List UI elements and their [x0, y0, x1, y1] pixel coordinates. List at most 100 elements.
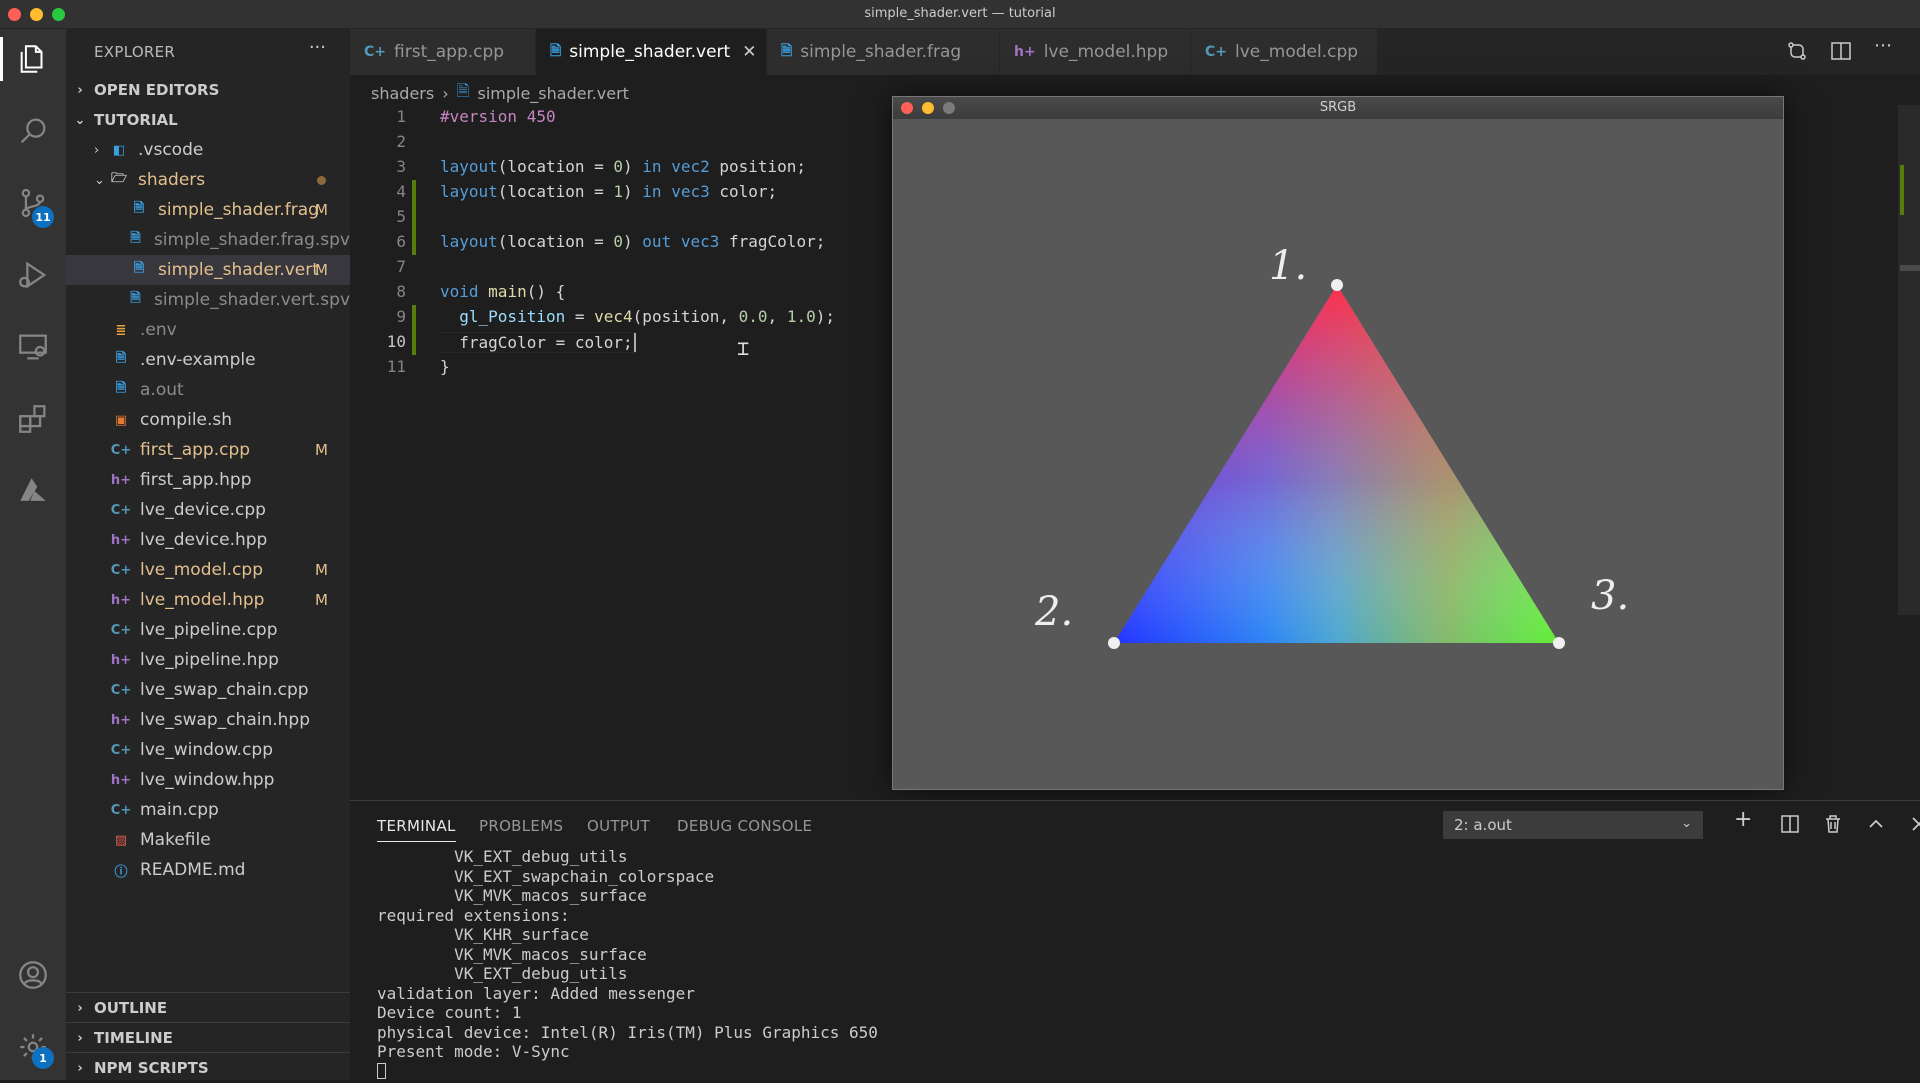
git-status-badge: M [315, 201, 328, 219]
tree-label: first_app.cpp [140, 440, 251, 460]
srgb-minimize-button[interactable] [922, 102, 934, 114]
tree-label: lve_pipeline.hpp [140, 650, 279, 670]
explorer-more-actions-button[interactable]: ··· [309, 37, 326, 58]
tree-folder-shaders[interactable]: ⌄ 🗁 shaders [66, 165, 350, 195]
split-terminal-icon[interactable] [1778, 812, 1802, 836]
tree-file-lve-window-cpp[interactable]: C+ lve_window.cpp [66, 735, 350, 765]
open-changes-icon[interactable] [1785, 39, 1809, 63]
scrollbar-thumb[interactable] [1900, 265, 1920, 271]
outline-section[interactable]: › OUTLINE [66, 992, 350, 1023]
new-terminal-icon[interactable]: + [1734, 807, 1758, 832]
code-line: layout(location = 1) in vec3 color; [440, 182, 778, 201]
tutorial-section[interactable]: ⌄ TUTORIAL [66, 107, 350, 133]
tree-file-lve-swap-chain-cpp[interactable]: C+ lve_swap_chain.cpp [66, 675, 350, 705]
tree-file-lve-device-hpp[interactable]: h+ lve_device.hpp [66, 525, 350, 555]
tab-first-app-cpp[interactable]: C+ first_app.cpp [350, 29, 536, 75]
tree-label: Makefile [140, 830, 211, 850]
line-number: 11 [386, 357, 406, 376]
tab-debug-console[interactable]: DEBUG CONSOLE [677, 817, 812, 835]
close-panel-icon[interactable] [1907, 812, 1920, 836]
tree-file-first-app-hpp[interactable]: h+ first_app.hpp [66, 465, 350, 495]
tree-label: README.md [140, 860, 246, 880]
srgb-close-button[interactable] [901, 102, 913, 114]
tree-file-readme-md[interactable]: ⓘ README.md [66, 855, 350, 885]
tree-file-compile-sh[interactable]: ▣ compile.sh [66, 405, 350, 435]
tree-label: simple_shader.vert [158, 260, 319, 280]
tree-label: main.cpp [140, 800, 219, 820]
run-debug-icon[interactable] [0, 245, 66, 305]
tab-lve-model-cpp[interactable]: C+ lve_model.cpp [1191, 29, 1378, 75]
explorer-header: EXPLORER [94, 43, 176, 61]
azure-icon[interactable] [0, 461, 66, 521]
tree-file-env[interactable]: ≣ .env [66, 315, 350, 345]
tree-file-lve-model-cpp[interactable]: C+ lve_model.cpp M [66, 555, 350, 585]
tree-file-simple-shader-frag[interactable]: 🗎 simple_shader.frag M [66, 195, 350, 225]
tree-file-simple-shader-vert-spv[interactable]: 🗎 simple_shader.vert.spv [66, 285, 350, 315]
tree-file-a-out[interactable]: 🗎 a.out [66, 375, 350, 405]
terminal-selector[interactable]: 2: a.out ⌄ [1443, 811, 1703, 839]
tree-file-makefile[interactable]: ▨ Makefile [66, 825, 350, 855]
search-icon[interactable] [0, 101, 66, 161]
terminal-line: VK_EXT_debug_utils [377, 847, 628, 866]
cpp-file-icon: C+ [110, 562, 132, 578]
scm-badge: 11 [32, 206, 54, 228]
tree-file-first-app-cpp[interactable]: C+ first_app.cpp M [66, 435, 350, 465]
tree-folder-vscode[interactable]: › ◧ .vscode [66, 135, 350, 165]
tree-label: lve_swap_chain.cpp [140, 680, 309, 700]
open-editors-section[interactable]: › OPEN EDITORS [66, 77, 350, 103]
tab-problems[interactable]: PROBLEMS [479, 817, 563, 835]
extensions-icon[interactable] [0, 389, 66, 449]
cpp-file-icon: C+ [110, 742, 132, 758]
tree-label: shaders [138, 170, 206, 190]
tab-output[interactable]: OUTPUT [587, 817, 650, 835]
file-icon: 🗎 [133, 261, 145, 276]
remote-explorer-icon[interactable] [0, 317, 66, 377]
more-actions-icon[interactable]: ⋯ [1874, 35, 1898, 59]
tree-label: lve_window.hpp [140, 770, 275, 790]
maximize-panel-icon[interactable] [1864, 812, 1888, 836]
source-control-icon[interactable]: 11 [0, 173, 66, 233]
tab-terminal[interactable]: TERMINAL [377, 817, 456, 842]
code-editor[interactable]: 1 2 3 4 5 6 7 8 9 10 11 #version 450 lay… [350, 100, 900, 800]
srgb-title-bar[interactable]: SRGB [893, 97, 1783, 119]
npm-scripts-section[interactable]: › NPM SCRIPTS [66, 1052, 350, 1083]
hpp-file-icon: h+ [110, 532, 132, 548]
editor-scrollbar[interactable] [1898, 105, 1920, 615]
open-editors-label: OPEN EDITORS [94, 81, 220, 99]
vertex-3-marker [1553, 637, 1565, 649]
tree-file-simple-shader-vert[interactable]: 🗎 simple_shader.vert M [66, 255, 350, 285]
tree-label: simple_shader.vert.spv [153, 290, 350, 310]
tree-label: simple_shader.frag [158, 200, 319, 220]
triangle-right-gradient [1114, 285, 1559, 643]
tree-file-lve-pipeline-hpp[interactable]: h+ lve_pipeline.hpp [66, 645, 350, 675]
code-line: } [440, 357, 450, 376]
trash-icon[interactable] [1821, 812, 1845, 836]
folder-open-icon: 🗁 [110, 171, 128, 186]
tab-simple-shader-vert[interactable]: 🗎 simple_shader.vert ✕ [536, 29, 767, 75]
tree-file-lve-pipeline-cpp[interactable]: C+ lve_pipeline.cpp [66, 615, 350, 645]
code-line: layout(location = 0) in vec2 position; [440, 157, 807, 176]
terminal-selector-value: 2: a.out [1454, 816, 1512, 834]
close-tab-icon[interactable]: ✕ [742, 42, 756, 62]
explorer-icon[interactable] [0, 29, 66, 89]
code-line: #version 450 [440, 107, 556, 126]
tab-lve-model-hpp[interactable]: h+ lve_model.hpp [1000, 29, 1191, 75]
tree-label: lve_device.hpp [140, 530, 268, 550]
timeline-section[interactable]: › TIMELINE [66, 1022, 350, 1053]
srgb-app-window[interactable]: SRGB 1. 2. 3. [892, 96, 1784, 790]
tree-file-main-cpp[interactable]: C+ main.cpp [66, 795, 350, 825]
settings-gear-icon[interactable]: 1 [0, 1017, 66, 1077]
cpp-file-icon: C+ [110, 682, 132, 698]
tree-file-env-example[interactable]: 🗎 .env-example [66, 345, 350, 375]
tree-file-simple-shader-frag-spv[interactable]: 🗎 simple_shader.frag.spv [66, 225, 350, 255]
split-editor-icon[interactable] [1829, 39, 1853, 63]
tree-label: compile.sh [140, 410, 233, 430]
srgb-zoom-button[interactable] [943, 102, 955, 114]
tree-label: lve_model.cpp [140, 560, 264, 580]
tab-simple-shader-frag[interactable]: 🗎 simple_shader.frag [767, 29, 1000, 75]
tree-file-lve-model-hpp[interactable]: h+ lve_model.hpp M [66, 585, 350, 615]
tree-file-lve-window-hpp[interactable]: h+ lve_window.hpp [66, 765, 350, 795]
accounts-icon[interactable] [0, 945, 66, 1005]
tree-file-lve-device-cpp[interactable]: C+ lve_device.cpp [66, 495, 350, 525]
tree-file-lve-swap-chain-hpp[interactable]: h+ lve_swap_chain.hpp [66, 705, 350, 735]
